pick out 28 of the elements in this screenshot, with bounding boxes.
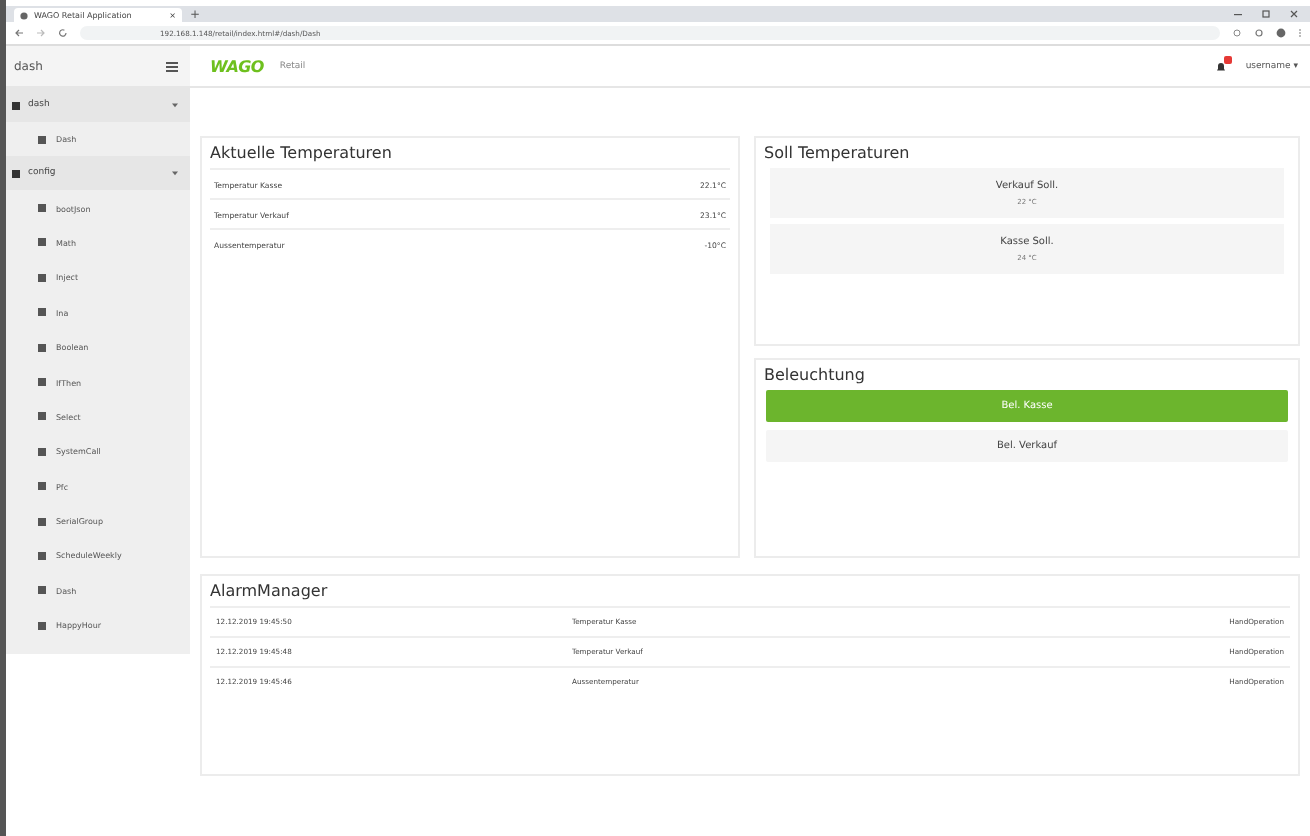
card-title: Soll Temperaturen — [764, 144, 912, 162]
card-title: Aktuelle Temperaturen — [210, 144, 394, 162]
square-icon — [38, 273, 46, 282]
bell-icon[interactable] — [1215, 61, 1226, 71]
notification-badge — [1223, 55, 1232, 63]
square-icon — [38, 308, 46, 317]
square-icon — [38, 551, 46, 560]
square-icon — [38, 412, 46, 421]
square-icon — [38, 447, 46, 456]
square-icon — [38, 482, 46, 491]
square-icon — [38, 517, 46, 526]
square-icon — [38, 204, 46, 213]
square-icon — [38, 586, 46, 595]
card-title: AlarmManager — [210, 582, 330, 600]
card-title: Beleuchtung — [764, 366, 867, 384]
restore-icon[interactable] — [1262, 10, 1270, 18]
square-icon — [38, 378, 46, 387]
square-icon — [38, 135, 46, 144]
reload-icon[interactable] — [58, 28, 68, 38]
logo: WAGO — [210, 57, 264, 75]
square-icon — [38, 621, 46, 630]
menu-icon[interactable] — [166, 61, 178, 71]
minimize-icon[interactable] — [1234, 10, 1242, 18]
close-icon[interactable] — [1290, 10, 1298, 18]
profile-icon[interactable] — [1276, 28, 1286, 38]
back-icon[interactable] — [14, 28, 24, 38]
square-icon — [38, 238, 46, 247]
square-icon — [38, 343, 46, 352]
